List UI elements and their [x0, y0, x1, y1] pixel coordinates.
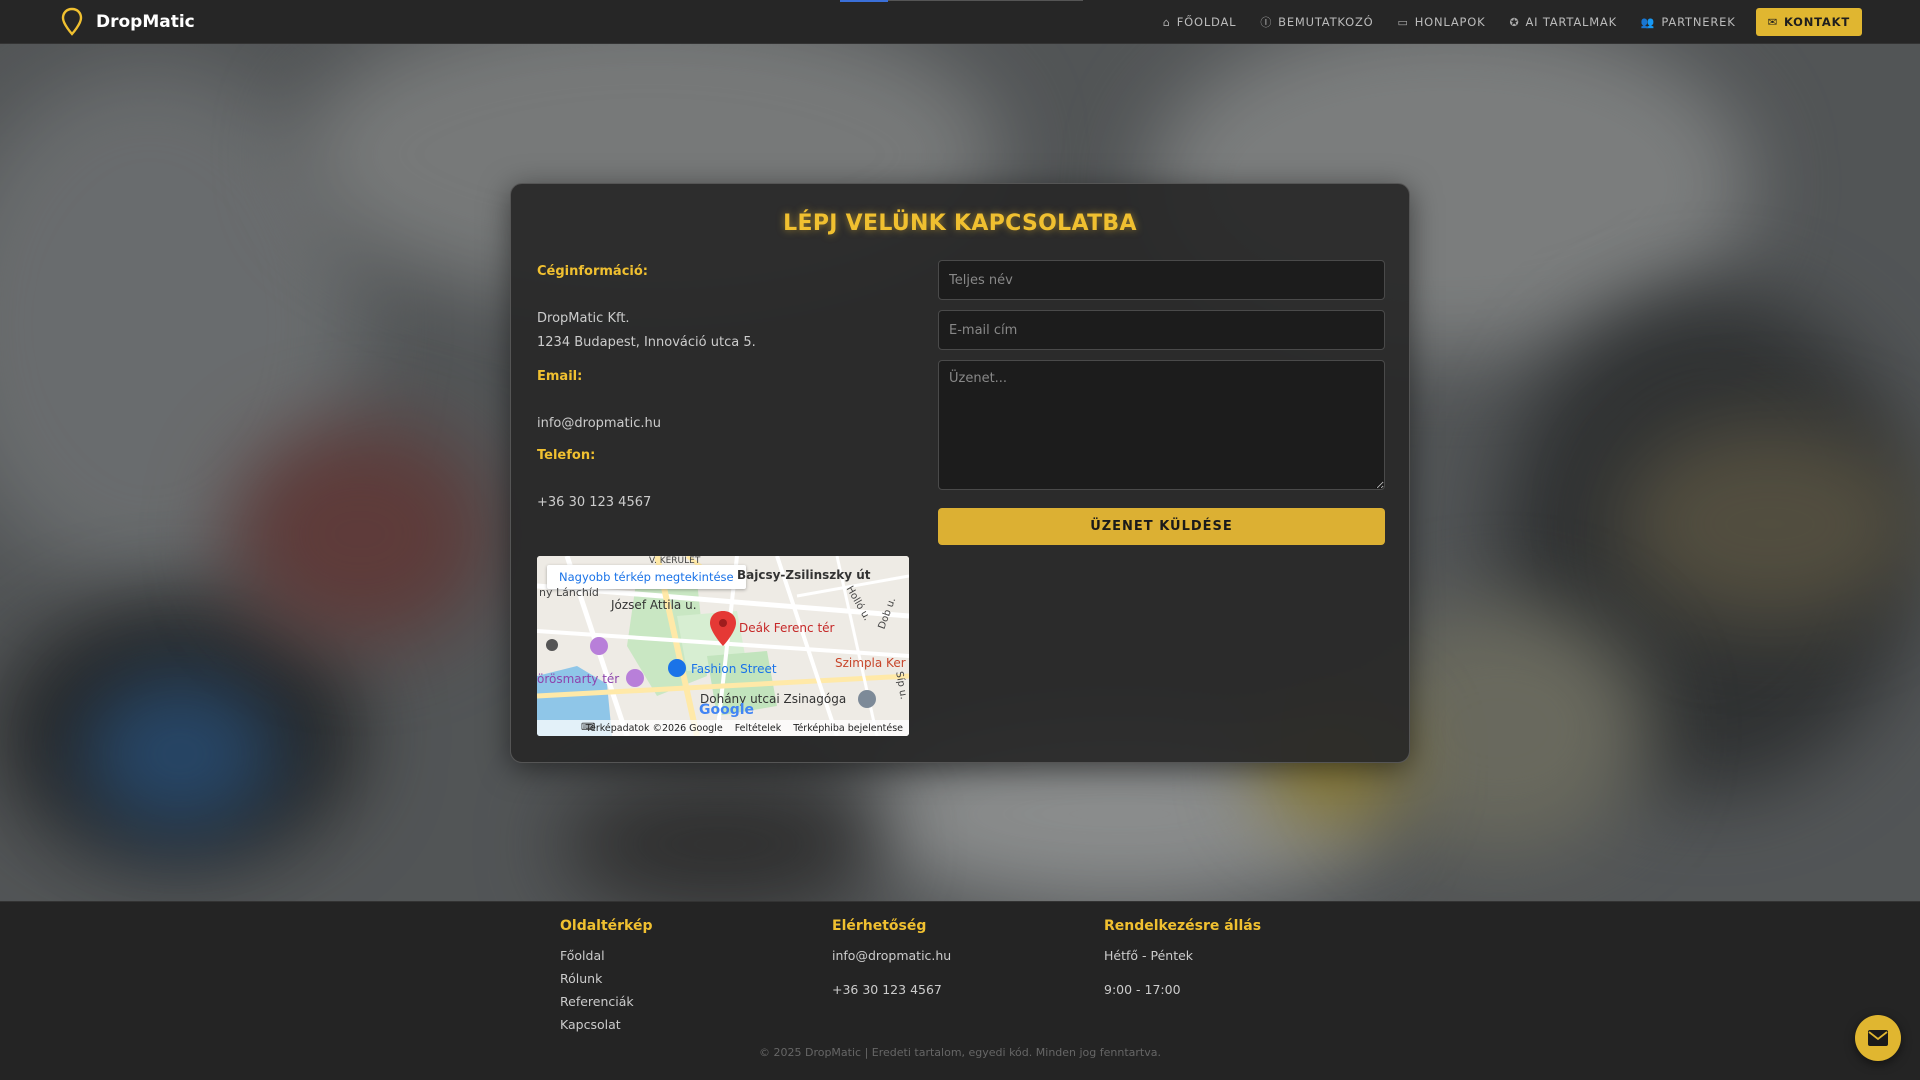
hours-days: Hétfő - Péntek: [1104, 948, 1194, 963]
nav-progress-track: [888, 0, 1083, 1]
brand-logo[interactable]: DropMatic: [60, 7, 195, 37]
map-data-credit: Térképadatok ©2026 Google: [585, 722, 723, 734]
footer-phone[interactable]: +36 30 123 4567: [832, 978, 951, 1001]
map-label: Bajcsy-Zsilinszky út: [737, 568, 871, 582]
sitemap-heading: Oldaltérkép: [560, 918, 653, 934]
email-label: Email:: [537, 369, 583, 384]
map-terms-link[interactable]: Feltételek: [735, 723, 782, 734]
footer-hours: Rendelkezésre állás Hétfő - Péntek 9:00 …: [1104, 918, 1261, 1001]
map-label: V. KERÜLET: [649, 556, 701, 566]
footer-sitemap: Oldaltérkép Főoldal Rólunk Referenciák K…: [560, 918, 653, 1036]
top-navbar: DropMatic ⌂ FŐOLDAL ⓘ BEMUTATKOZÓ ▭ HONL…: [0, 0, 1920, 44]
nav-link-label: BEMUTATKOZÓ: [1278, 15, 1374, 29]
hours-heading: Rendelkezésre állás: [1104, 918, 1262, 934]
google-logo: Google: [699, 702, 755, 718]
company-address: 1234 Budapest, Innováció utca 5.: [537, 335, 756, 350]
company-info: Céginformáció: DropMatic Kft. 1234 Budap…: [537, 264, 917, 515]
footer-availability: Elérhetőség info@dropmatic.hu +36 30 123…: [832, 918, 951, 1001]
mail-icon: ✉: [1767, 15, 1778, 29]
nav-link-label: PARTNEREK: [1661, 15, 1736, 29]
map-label: örösmarty tér: [537, 672, 620, 686]
page-footer: Oldaltérkép Főoldal Rólunk Referenciák K…: [0, 901, 1920, 1080]
company-name: DropMatic Kft.: [537, 311, 630, 326]
hours-time: 9:00 - 17:00: [1104, 982, 1181, 997]
embedded-map[interactable]: Nagyobb térkép megtekintése V. KERÜLET B…: [537, 556, 909, 736]
mail-icon: [1868, 1030, 1888, 1046]
footer-link-references[interactable]: Referenciák: [560, 990, 653, 1013]
nav-link-label: HONLAPOK: [1414, 15, 1486, 29]
keyboard-icon[interactable]: ⌨: [581, 722, 595, 733]
footer-email[interactable]: info@dropmatic.hu: [832, 944, 951, 967]
full-name-input[interactable]: [938, 260, 1385, 300]
phone-label: Telefon:: [537, 448, 596, 463]
nav-link-about[interactable]: ⓘ BEMUTATKOZÓ: [1248, 8, 1385, 36]
footer-link-about[interactable]: Rólunk: [560, 967, 653, 990]
ai-star-icon: ✪: [1509, 15, 1520, 29]
footer-link-contact[interactable]: Kapcsolat: [560, 1013, 653, 1036]
nav-contact-button[interactable]: ✉ KONTAKT: [1755, 8, 1862, 36]
contact-form: ÜZENET KÜLDÉSE: [938, 260, 1385, 545]
footer-link-home[interactable]: Főoldal: [560, 944, 653, 967]
nav-link-ai-content[interactable]: ✪ AI TARTALMAK: [1497, 8, 1628, 36]
map-label: Fashion Street: [691, 662, 777, 676]
contact-title: LÉPJ VELÜNK KAPCSOLATBA: [783, 211, 1137, 236]
nav-link-websites[interactable]: ▭ HONLAPOK: [1386, 8, 1498, 36]
map-label: József Attila u.: [611, 598, 697, 612]
availability-heading: Elérhetőség: [832, 918, 927, 934]
company-info-label: Céginformáció:: [537, 264, 648, 279]
nav-link-label: AI TARTALMAK: [1525, 15, 1617, 29]
location-pin-icon: [61, 7, 83, 36]
phone-value[interactable]: +36 30 123 4567: [537, 491, 917, 515]
users-icon: 👥: [1640, 15, 1656, 29]
nav-link-label: FŐOLDAL: [1176, 15, 1237, 29]
email-value[interactable]: info@dropmatic.hu: [537, 412, 917, 436]
contact-card: LÉPJ VELÜNK KAPCSOLATBA Céginformáció: D…: [510, 183, 1410, 763]
brand-name: DropMatic: [96, 12, 195, 32]
nav-links: ⌂ FŐOLDAL ⓘ BEMUTATKOZÓ ▭ HONLAPOK ✪ AI …: [1151, 8, 1862, 36]
copyright-text: © 2025 DropMatic | Eredeti tartalom, egy…: [758, 1046, 1161, 1059]
map-label: Szimpla Ker: [835, 656, 906, 670]
nav-link-partners[interactable]: 👥 PARTNEREK: [1629, 8, 1748, 36]
map-label: ny Lánchíd: [539, 586, 599, 599]
floating-mail-button[interactable]: [1855, 1015, 1901, 1061]
nav-link-home[interactable]: ⌂ FŐOLDAL: [1151, 8, 1248, 36]
page-icon: ▭: [1397, 15, 1409, 29]
email-input[interactable]: [938, 310, 1385, 350]
map-label: Deák Ferenc tér: [739, 621, 835, 635]
message-textarea[interactable]: [938, 360, 1385, 490]
send-message-button[interactable]: ÜZENET KÜLDÉSE: [938, 508, 1385, 545]
nav-progress-indicator: [840, 0, 888, 2]
nav-contact-label: KONTAKT: [1783, 15, 1850, 29]
map-report-link[interactable]: Térképhiba bejelentése: [793, 723, 903, 734]
info-icon: ⓘ: [1260, 16, 1273, 29]
home-icon: ⌂: [1162, 15, 1171, 29]
